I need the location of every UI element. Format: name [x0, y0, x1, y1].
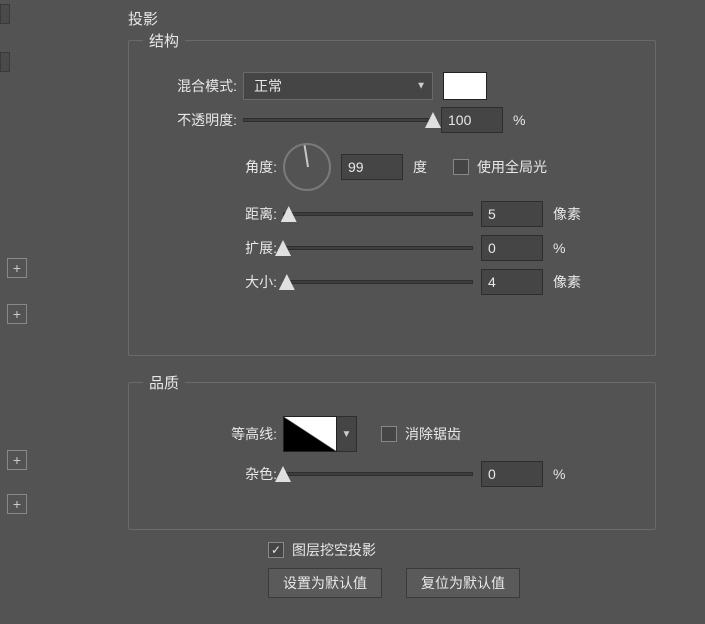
- chevron-down-icon: ▼: [416, 81, 426, 92]
- opacity-unit: %: [513, 112, 553, 128]
- plus-icon: +: [13, 452, 21, 468]
- spread-slider[interactable]: [283, 236, 473, 260]
- blend-mode-value: 正常: [254, 76, 282, 96]
- opacity-slider[interactable]: [243, 108, 433, 132]
- quality-legend: 品质: [143, 372, 185, 393]
- size-slider[interactable]: [283, 270, 473, 294]
- opacity-input[interactable]: [441, 107, 503, 133]
- angle-unit: 度: [413, 157, 453, 177]
- add-effect-button[interactable]: +: [7, 494, 27, 514]
- spread-input[interactable]: [481, 235, 543, 261]
- spread-unit: %: [553, 240, 593, 256]
- list-fragment: [0, 4, 10, 24]
- spread-label: 扩展:: [143, 238, 283, 258]
- antialias-checkbox[interactable]: [381, 426, 397, 442]
- distance-label: 距离:: [143, 204, 283, 224]
- panel-title: 投影: [128, 8, 158, 29]
- global-light-checkbox[interactable]: [453, 159, 469, 175]
- structure-group: 结构 混合模式: 正常 ▼ 不透明度: % 角度: 度: [128, 30, 656, 356]
- list-fragment: [0, 52, 10, 72]
- noise-input[interactable]: [481, 461, 543, 487]
- add-effect-button[interactable]: +: [7, 258, 27, 278]
- opacity-label: 不透明度:: [143, 110, 243, 130]
- noise-slider[interactable]: [283, 462, 473, 486]
- add-effect-button[interactable]: +: [7, 450, 27, 470]
- blend-mode-dropdown[interactable]: 正常 ▼: [243, 72, 433, 100]
- add-effect-button[interactable]: +: [7, 304, 27, 324]
- global-light-label: 使用全局光: [477, 157, 547, 177]
- angle-dial[interactable]: [283, 143, 331, 191]
- chevron-down-icon: ▼: [342, 429, 352, 440]
- size-label: 大小:: [143, 272, 283, 292]
- distance-slider[interactable]: [283, 202, 473, 226]
- quality-group: 品质 等高线: ▼ 消除锯齿 杂色: %: [128, 372, 656, 530]
- antialias-label: 消除锯齿: [405, 424, 461, 444]
- noise-label: 杂色:: [143, 464, 283, 484]
- size-input[interactable]: [481, 269, 543, 295]
- plus-icon: +: [13, 496, 21, 512]
- structure-legend: 结构: [143, 30, 185, 51]
- angle-input[interactable]: [341, 154, 403, 180]
- size-unit: 像素: [553, 272, 593, 292]
- reset-default-button[interactable]: 复位为默认值: [406, 568, 520, 598]
- distance-input[interactable]: [481, 201, 543, 227]
- knockout-label: 图层挖空投影: [292, 540, 376, 560]
- knockout-checkbox[interactable]: [268, 542, 284, 558]
- contour-swatch[interactable]: [283, 416, 337, 452]
- contour-dropdown-button[interactable]: ▼: [337, 416, 357, 452]
- color-swatch[interactable]: [443, 72, 487, 100]
- plus-icon: +: [13, 306, 21, 322]
- noise-unit: %: [553, 466, 593, 482]
- contour-label: 等高线:: [143, 424, 283, 444]
- effects-list-strip: + + + +: [0, 0, 48, 624]
- make-default-button[interactable]: 设置为默认值: [268, 568, 382, 598]
- angle-label: 角度:: [143, 157, 283, 177]
- blend-mode-label: 混合模式:: [143, 76, 243, 96]
- distance-unit: 像素: [553, 204, 593, 224]
- plus-icon: +: [13, 260, 21, 276]
